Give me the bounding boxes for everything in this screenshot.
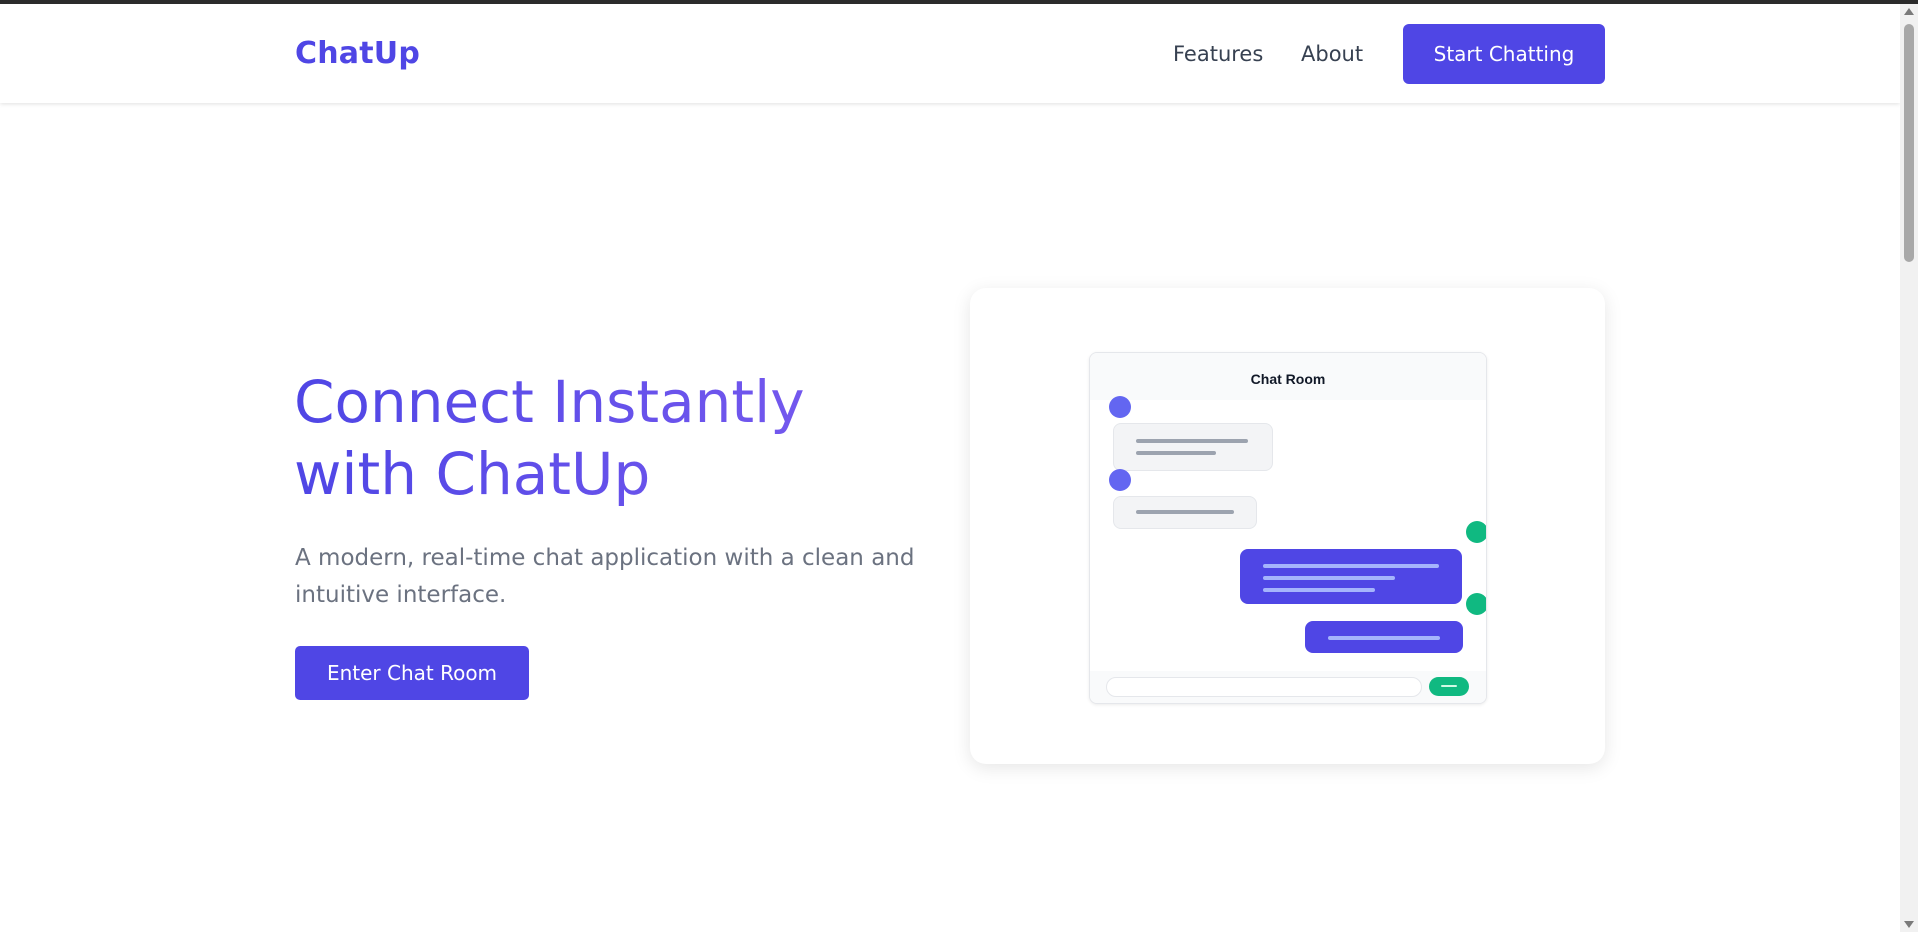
send-dash-icon: [1441, 685, 1457, 687]
scroll-up-arrow-icon[interactable]: [1904, 8, 1914, 15]
incoming-message-bubble: [1113, 496, 1257, 529]
hero-title-line-2: with ChatUp: [294, 440, 651, 508]
hero-title-line-1: Connect Instantly: [294, 368, 805, 436]
chat-preview-card: Chat Room: [970, 288, 1605, 764]
vertical-scrollbar[interactable]: [1900, 4, 1918, 932]
hero-title: Connect Instantly with ChatUp: [294, 366, 934, 510]
chat-preview-send-button: [1429, 677, 1469, 696]
nav-link-about[interactable]: About: [1301, 42, 1363, 66]
chat-preview-title: Chat Room: [1250, 371, 1326, 387]
outgoing-avatar-icon: [1466, 593, 1486, 615]
scrollbar-thumb[interactable]: [1904, 24, 1914, 262]
incoming-avatar-icon: [1109, 469, 1131, 491]
message-line: [1136, 439, 1248, 443]
message-line: [1263, 564, 1439, 568]
outgoing-avatar-icon: [1466, 521, 1486, 543]
chat-preview-window: Chat Room: [1089, 352, 1487, 704]
brand-logo[interactable]: ChatUp: [295, 36, 420, 71]
landing-page: ChatUp Features About Start Chatting Con…: [0, 4, 1900, 932]
chat-preview-header: Chat Room: [1090, 353, 1486, 400]
nav-link-features[interactable]: Features: [1173, 42, 1263, 66]
message-line: [1136, 451, 1216, 455]
chat-preview-composer: [1090, 671, 1486, 703]
start-chatting-button[interactable]: Start Chatting: [1403, 24, 1605, 84]
message-line: [1263, 576, 1395, 580]
message-line: [1328, 636, 1440, 640]
chat-preview-input: [1106, 677, 1422, 697]
enter-chat-room-button[interactable]: Enter Chat Room: [295, 646, 529, 700]
hero-subtitle: A modern, real-time chat application wit…: [295, 545, 915, 608]
scroll-down-arrow-icon[interactable]: [1904, 921, 1914, 928]
outgoing-message-bubble: [1240, 549, 1462, 604]
message-line: [1136, 510, 1234, 514]
top-navbar: ChatUp Features About Start Chatting: [0, 4, 1900, 103]
incoming-message-bubble: [1113, 423, 1273, 471]
outgoing-message-bubble: [1305, 621, 1463, 653]
incoming-avatar-icon: [1109, 396, 1131, 418]
message-line: [1263, 588, 1375, 592]
